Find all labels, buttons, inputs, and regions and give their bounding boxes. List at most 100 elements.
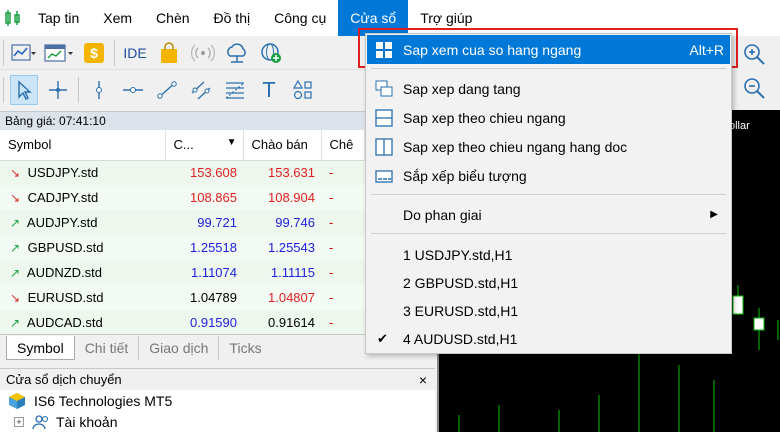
vps-button[interactable] [223,38,251,68]
extra-cell: - [321,310,365,335]
tab-symbol[interactable]: Symbol [6,335,75,360]
menu-window-4[interactable]: ✔ 4 AUDUSD.std,H1 [367,324,730,353]
cursor-tool-button[interactable] [10,75,38,105]
symbol-cell: ↗ AUDNZD.std [0,260,165,285]
symbol-name: USDJPY.std [27,165,99,181]
menu-insert[interactable]: Chèn [144,0,201,36]
shapes-button[interactable] [289,75,317,105]
menu-window-1-label: 1 USDJPY.std,H1 [403,246,513,263]
tree-item-accounts-label: Tài khoản [56,413,118,430]
navigator-close-button[interactable]: × [419,369,427,391]
toolbar-grip [3,39,4,66]
right-toolbar [732,36,780,110]
trendline-button[interactable] [153,75,181,105]
ask-cell: 1.25543 [243,235,321,260]
text-tool-label: T [262,78,276,102]
ide-button[interactable]: IDE [121,38,149,68]
symbol-cell: ↗ AUDCAD.std [0,310,165,335]
table-row[interactable]: ↗ AUDJPY.std 99.721 99.746- [0,210,365,235]
symbol-cell: ↗ AUDJPY.std [0,210,165,235]
tab-details[interactable]: Chi tiết [75,335,140,360]
symbol-name: EURUSD.std [27,290,104,305]
zoom-out-button[interactable] [742,76,766,103]
split-vertical-icon [375,138,393,156]
menu-cascade[interactable]: Sap xep dang tang [367,74,730,103]
tab-ticks[interactable]: Ticks [219,336,271,360]
table-row[interactable]: ↘ USDJPY.std 153.608 153.631- [0,160,365,185]
col-bid-label: C... [173,137,194,153]
standard-toolbar: $ IDE [0,36,365,70]
menu-window-3-label: 3 EURUSD.std,H1 [403,302,519,319]
text-tool-button[interactable]: T [255,75,283,105]
table-row[interactable]: ↗ GBPUSD.std 1.25518 1.25543- [0,235,365,260]
candle-body [753,317,765,331]
menu-tile-vertical[interactable]: Sap xep theo chieu ngang hang doc [367,132,730,161]
navigator-title-bar: Cửa sổ dịch chuyển × [0,368,435,390]
signals-button[interactable] [189,38,217,68]
profiles-button[interactable] [44,38,74,68]
menu-resolution[interactable]: Do phan giai ▶ [367,200,730,229]
zoom-in-icon [744,44,765,65]
tree-item-accounts[interactable]: + Tài khoản [0,411,435,432]
table-row[interactable]: ↘ CADJPY.std 108.865 108.904- [0,185,365,210]
symbol-cell: ↘ CADJPY.std [0,185,165,210]
market-button[interactable] [155,38,183,68]
col-bid-header[interactable]: C... ▼ [165,130,244,161]
menu-tile-horizontally[interactable]: Sap xem cua so hang ngang Alt+R [367,35,730,64]
zoom-in-button[interactable] [742,42,766,69]
menu-view[interactable]: Xem [91,0,144,36]
market-watch-table: Symbol C... ▼ Chào bán Chê ↘ USDJPY.std 15… [0,130,365,335]
extra-cell: - [321,285,365,310]
col-ask-header[interactable]: Chào bán [243,130,322,161]
extra-cell: - [321,210,365,235]
submenu-arrow-icon: ▶ [710,209,718,220]
arrow-up-icon: ↗ [10,316,21,330]
crosshair-icon [49,81,67,99]
ask-cell: 153.631 [243,160,321,185]
bid-cell: 153.608 [165,160,243,185]
table-row[interactable]: ↘ EURUSD.std 1.04789 1.04807- [0,285,365,310]
menu-tools[interactable]: Công cụ [262,0,338,36]
menu-charts[interactable]: Đồ thị [202,0,263,36]
fibonacci-button[interactable] [221,75,249,105]
chart-window-icon [44,43,73,62]
candlestick-app-icon[interactable] [0,0,26,36]
channel-button[interactable] [187,75,215,105]
new-chart-button[interactable] [10,38,38,68]
menu-arrange-icons[interactable]: Sắp xếp biểu tượng [367,161,730,190]
new-order-button[interactable] [257,38,285,68]
table-row[interactable]: ↗ AUDCAD.std 0.91590 0.91614- [0,310,365,335]
menu-tile-horizontal[interactable]: Sap xep theo chieu ngang [367,103,730,132]
bid-cell: 108.865 [165,185,243,210]
tree-item-broker[interactable]: IS6 Technologies MT5 [0,390,435,411]
users-icon [32,414,49,429]
checkmark-icon: ✔ [377,330,388,346]
expand-plus-icon[interactable]: + [14,416,24,427]
trade-button[interactable]: $ [80,38,108,68]
col-symbol-header[interactable]: Symbol [0,130,166,161]
bid-cell: 1.11074 [165,260,243,285]
menu-window-1[interactable]: 1 USDJPY.std,H1 [367,240,730,269]
ask-cell: 1.04807 [243,285,321,310]
crosshair-tool-button[interactable] [44,75,72,105]
vertical-line-button[interactable] [85,75,113,105]
horizontal-line-button[interactable] [119,75,147,105]
menu-window-2[interactable]: 2 GBPUSD.std,H1 [367,268,730,297]
ask-cell: 0.91614 [243,310,321,335]
menu-window-2-label: 2 GBPUSD.std,H1 [403,274,519,291]
tab-trading[interactable]: Giao dịch [139,335,220,360]
table-row[interactable]: ↗ AUDNZD.std 1.11074 1.11115- [0,260,365,285]
symbol-name: AUDNZD.std [26,265,103,280]
globe-add-icon [261,42,281,63]
ask-cell: 1.11115 [243,260,321,285]
menu-window-3[interactable]: 3 EURUSD.std,H1 [367,296,730,325]
navigator-tree: IS6 Technologies MT5 + Tài khoản [0,390,435,432]
fibonacci-lines-icon [225,82,245,99]
col-extra-header[interactable]: Chê [321,130,365,161]
menu-file[interactable]: Tap tin [26,0,91,36]
horizontal-line-icon [123,87,143,93]
arrow-up-icon: ↗ [10,216,21,230]
arrow-up-icon: ↗ [10,241,21,255]
ide-label: IDE [123,44,147,61]
extra-cell: - [321,235,365,260]
